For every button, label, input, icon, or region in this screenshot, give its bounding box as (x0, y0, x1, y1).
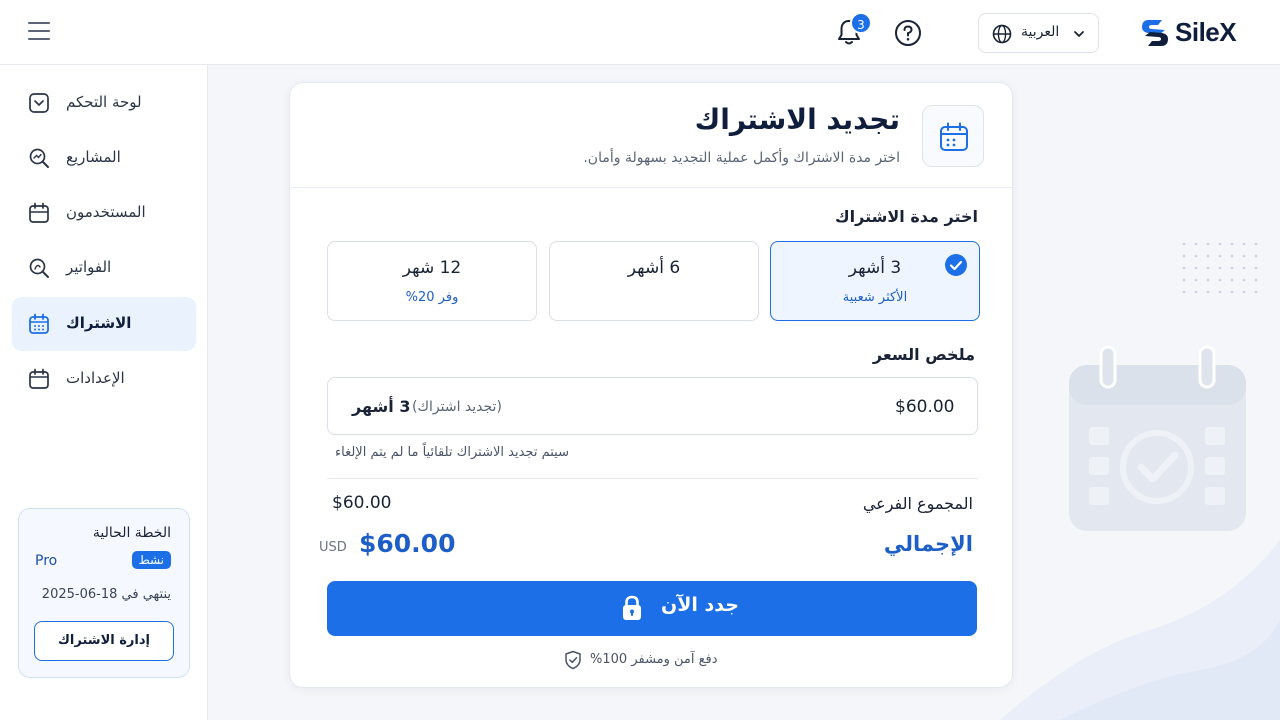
plan-name: Pro (35, 553, 58, 569)
option-title: 6 أشهر (627, 258, 681, 278)
manage-subscription-button[interactable]: إدارة الاشتراك (34, 621, 174, 661)
current-plan-card: الخطة الحالية Pro نشط ينتهي في 18-06-202… (18, 508, 190, 678)
language-selector[interactable]: العربية (978, 13, 1099, 53)
settings-icon (29, 368, 49, 389)
brand-name: SileX (1175, 17, 1237, 47)
sidebar-item-users[interactable]: المستخدمون (12, 186, 196, 240)
sidebar-item-label: الإعدادات (66, 369, 125, 387)
option-12-months[interactable]: 12 شهر وفر 20% (327, 241, 537, 321)
background-calendar-illustration (1069, 345, 1246, 531)
page-subtitle: اختر مدة الاشتراك وأكمل عملية التجديد بس… (583, 150, 900, 166)
logo-icon (1142, 20, 1168, 46)
subtotal-label: المجموع الفرعي (862, 494, 973, 513)
option-6-months[interactable]: 6 أشهر (549, 241, 759, 321)
total-value: $60.00 (359, 529, 456, 558)
auto-renew-note: سيتم تجديد الاشتراك تلقائياً ما لم يتم ا… (335, 445, 569, 460)
projects-icon (29, 148, 49, 168)
notification-badge: 3 (850, 12, 872, 34)
top-bar: 3 العربية SileX (0, 0, 1280, 65)
shield-check-icon (565, 650, 581, 670)
sidebar: لوحة التحكم المشاريع المستخدمون الفواتير (0, 65, 208, 720)
sidebar-item-projects[interactable]: المشاريع (12, 131, 196, 185)
chevron-down-icon (1074, 31, 1084, 37)
option-subtitle: وفر 20% (405, 290, 459, 305)
help-icon[interactable] (894, 19, 922, 47)
sidebar-item-subscription[interactable]: الاشتراك (12, 297, 196, 351)
renewal-card: تجديد الاشتراك اختر مدة الاشتراك وأكمل ع… (289, 82, 1013, 688)
sidebar-item-label: لوحة التحكم (66, 93, 142, 111)
total-currency: USD (319, 540, 347, 555)
option-title: 3 أشهر (848, 258, 902, 278)
option-title: 12 شهر (402, 258, 462, 278)
globe-icon (992, 24, 1012, 44)
option-3-months[interactable]: 3 أشهر الأكثر شعبية (770, 241, 980, 321)
summary-price: $60.00 (895, 397, 955, 417)
duration-label: اختر مدة الاشتراك (835, 207, 978, 226)
renew-now-button[interactable]: جدد الآن (327, 581, 977, 636)
background-dots (1182, 242, 1258, 294)
menu-icon[interactable] (28, 22, 50, 42)
lock-icon (623, 595, 641, 620)
calendar-icon (29, 313, 49, 334)
invoices-icon (29, 258, 49, 278)
calendar-icon (922, 105, 984, 167)
sidebar-item-label: المستخدمون (66, 203, 146, 221)
page-title: تجديد الاشتراك (694, 103, 900, 136)
subtotal-value: $60.00 (332, 493, 392, 513)
sidebar-item-label: الاشتراك (66, 314, 132, 332)
sidebar-item-invoices[interactable]: الفواتير (12, 241, 196, 295)
plan-title: الخطة الحالية (92, 525, 171, 541)
sidebar-item-label: المشاريع (66, 148, 121, 166)
price-summary-label: ملخص السعر (872, 345, 975, 364)
sidebar-item-label: الفواتير (66, 258, 112, 276)
plan-expiry: ينتهي في 18-06-2025 (41, 587, 171, 602)
status-badge: نشط (131, 551, 171, 569)
sidebar-item-dashboard[interactable]: لوحة التحكم (12, 76, 196, 130)
option-subtitle: الأكثر شعبية (842, 290, 908, 305)
dashboard-icon (29, 93, 49, 113)
price-summary-box: $60.00 (تجديد اشتراك) 3 أشهر (327, 377, 978, 435)
total-label: الإجمالي (883, 532, 973, 556)
divider (327, 478, 978, 479)
card-header: تجديد الاشتراك اختر مدة الاشتراك وأكمل ع… (290, 83, 1012, 188)
summary-duration: 3 أشهر (352, 397, 411, 416)
users-icon (29, 202, 49, 223)
secure-payment-label: دفع آمن ومشفر 100% (590, 652, 718, 667)
summary-tag: (تجديد اشتراك) (412, 399, 502, 415)
renew-now-label: جدد الآن (661, 594, 739, 616)
language-label: العربية (1021, 24, 1060, 40)
sidebar-item-settings[interactable]: الإعدادات (12, 352, 196, 406)
